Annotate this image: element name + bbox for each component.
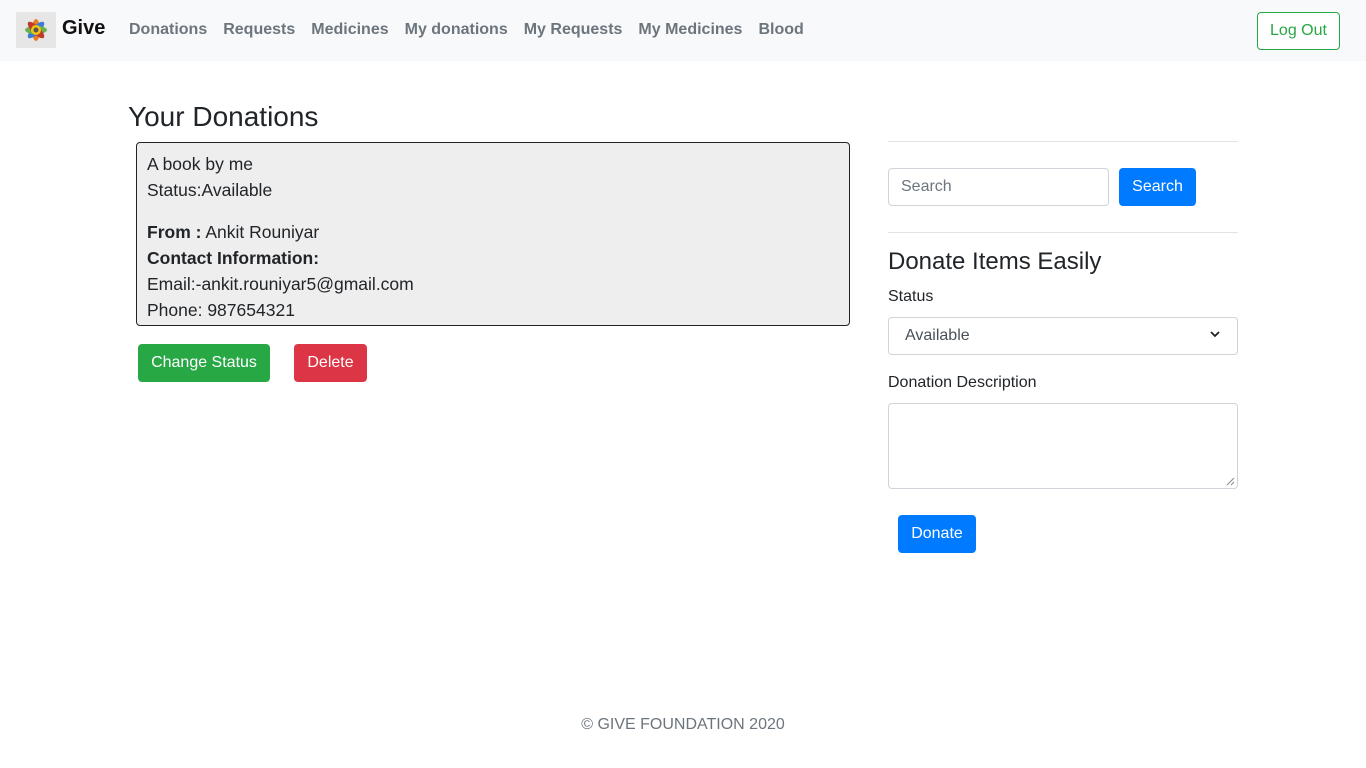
- contact-label: Contact Information:: [147, 248, 320, 268]
- from-label: From :: [147, 222, 202, 242]
- nav-link-my-donations[interactable]: My donations: [397, 20, 516, 40]
- donation-card: A book by me Status:Available From : Ank…: [136, 142, 850, 326]
- page-title: Your Donations: [128, 101, 319, 132]
- nav-link-medicines[interactable]: Medicines: [303, 20, 396, 40]
- nav-link-requests[interactable]: Requests: [215, 20, 303, 40]
- logout-button[interactable]: Log Out: [1257, 12, 1340, 50]
- from-name: Ankit Rouniyar: [205, 222, 320, 242]
- brand-logo-icon[interactable]: [16, 12, 56, 48]
- change-status-button[interactable]: Change Status: [138, 344, 270, 382]
- nav-link-donations[interactable]: Donations: [121, 20, 215, 40]
- donation-from: From : Ankit Rouniyar: [147, 219, 839, 245]
- divider: [888, 141, 1238, 142]
- chevron-down-icon: [1209, 327, 1221, 345]
- search-button[interactable]: Search: [1119, 168, 1196, 206]
- nav-link-my-medicines[interactable]: My Medicines: [630, 20, 750, 40]
- donation-status: Status:Available: [147, 180, 273, 200]
- donation-description-textarea[interactable]: [888, 403, 1238, 489]
- nav-link-my-requests[interactable]: My Requests: [516, 20, 631, 40]
- donate-button[interactable]: Donate: [898, 515, 976, 553]
- brand-name[interactable]: Give: [62, 17, 105, 40]
- resize-grip-icon[interactable]: [1226, 477, 1235, 486]
- donate-form-title: Donate Items Easily: [888, 248, 1102, 275]
- nav-link-blood[interactable]: Blood: [750, 20, 811, 40]
- status-select-value: Available: [905, 327, 970, 344]
- delete-button[interactable]: Delete: [294, 344, 367, 382]
- contact-phone: Phone: 987654321: [147, 300, 295, 320]
- status-label: Status: [888, 288, 934, 305]
- nav-links: Donations Requests Medicines My donation…: [121, 20, 812, 40]
- description-label: Donation Description: [888, 374, 1037, 391]
- navbar: Give Donations Requests Medicines My don…: [0, 0, 1366, 61]
- search-placeholder: Search: [901, 178, 952, 195]
- footer-copyright: © GIVE FOUNDATION 2020: [581, 716, 785, 733]
- donation-description: A book by me: [147, 154, 254, 174]
- divider: [888, 232, 1238, 233]
- search-input[interactable]: Search: [888, 168, 1109, 206]
- status-select[interactable]: Available: [888, 317, 1238, 355]
- contact-email: Email:-ankit.rouniyar5@gmail.com: [147, 274, 414, 294]
